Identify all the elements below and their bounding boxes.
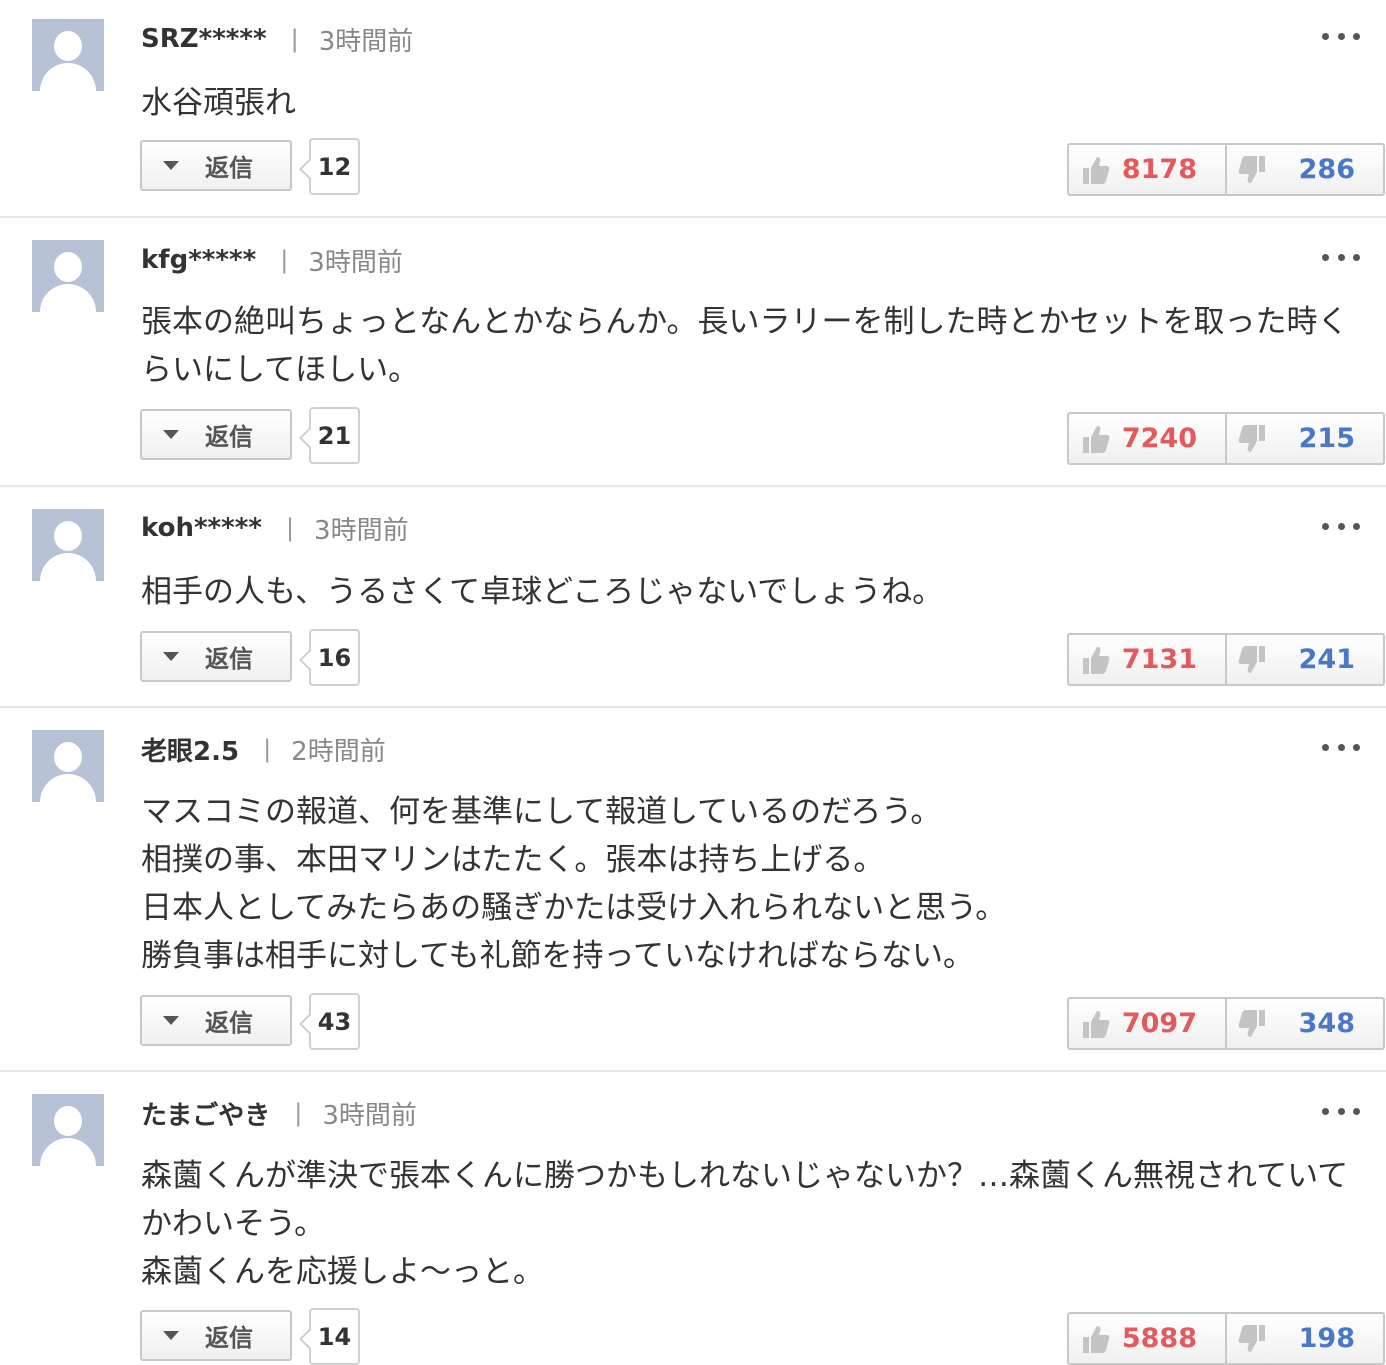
thumbs-up-icon bbox=[1083, 1011, 1110, 1038]
thumbs-up-icon bbox=[1083, 1326, 1110, 1353]
user-avatar bbox=[32, 1094, 104, 1166]
like-count: 7097 bbox=[1121, 1008, 1197, 1039]
like-count: 5888 bbox=[1121, 1323, 1197, 1354]
dislike-count: 198 bbox=[1298, 1323, 1355, 1354]
reply-label: 返信 bbox=[205, 154, 253, 182]
triangle-down-icon bbox=[163, 161, 179, 170]
more-dots-icon[interactable] bbox=[1322, 1097, 1360, 1125]
thumbs-down-icon bbox=[1238, 1325, 1265, 1352]
comment-time: 3時間前 bbox=[322, 1100, 417, 1131]
reply-label: 返信 bbox=[205, 423, 253, 451]
vote-buttons: 8178 286 bbox=[1067, 143, 1385, 196]
reply-count: 14 bbox=[309, 1308, 360, 1365]
comment-item: たまごやき | 3時間前 森薗くんが準決で張本くんに勝つかもしれないじゃないか？… bbox=[0, 1072, 1386, 1365]
like-count: 8178 bbox=[1121, 154, 1197, 185]
comment-meta: たまごやき | 3時間前 bbox=[141, 1095, 417, 1132]
comment-username[interactable]: koh***** bbox=[141, 513, 262, 543]
comment-meta: kfg***** | 3時間前 bbox=[141, 243, 403, 278]
triangle-down-icon bbox=[163, 1331, 179, 1340]
comment-meta: koh***** | 3時間前 bbox=[141, 511, 409, 546]
comment-username[interactable]: たまごやき bbox=[141, 1095, 270, 1132]
user-avatar bbox=[32, 19, 104, 91]
meta-separator: | bbox=[294, 1099, 303, 1127]
comment-meta: SRZ***** | 3時間前 bbox=[141, 22, 414, 57]
vote-buttons: 7240 215 bbox=[1067, 412, 1385, 465]
triangle-down-icon bbox=[163, 430, 179, 439]
comment-time: 3時間前 bbox=[318, 26, 414, 57]
thumbs-up-icon bbox=[1083, 157, 1110, 184]
dislike-count: 215 bbox=[1298, 423, 1355, 454]
vote-buttons: 7131 241 bbox=[1067, 633, 1385, 686]
comment-text: 森薗くんが準決で張本くんに勝つかもしれないじゃないか？…森薗くん無視されていてか… bbox=[141, 1158, 1349, 1290]
comment-item: 老眼2.5 | 2時間前 マスコミの報道、何を基準にして報道しているのだろう。 … bbox=[0, 708, 1386, 1072]
thumbs-up-icon bbox=[1083, 647, 1110, 674]
reply-button[interactable]: 返信 bbox=[140, 140, 292, 191]
comment-username[interactable]: kfg***** bbox=[141, 245, 256, 275]
user-avatar bbox=[32, 240, 104, 312]
meta-separator: | bbox=[263, 735, 272, 763]
reply-button[interactable]: 返信 bbox=[140, 631, 292, 682]
more-dots-icon[interactable] bbox=[1322, 22, 1360, 50]
triangle-down-icon bbox=[163, 652, 179, 661]
reply-count: 16 bbox=[309, 629, 360, 686]
more-dots-icon[interactable] bbox=[1322, 512, 1360, 540]
dislike-button[interactable]: 286 bbox=[1227, 145, 1383, 194]
comment-username[interactable]: 老眼2.5 bbox=[141, 731, 239, 768]
comment-text: 相手の人も、うるさくて卓球どころじゃないでしょうね。 bbox=[141, 574, 944, 610]
meta-separator: | bbox=[290, 25, 299, 53]
like-button[interactable]: 5888 bbox=[1069, 1314, 1227, 1363]
thumbs-up-icon bbox=[1083, 426, 1110, 453]
dislike-button[interactable]: 348 bbox=[1227, 999, 1383, 1048]
comment-username[interactable]: SRZ***** bbox=[141, 24, 267, 54]
meta-separator: | bbox=[285, 514, 295, 542]
more-dots-icon[interactable] bbox=[1322, 733, 1360, 761]
comment-text: 張本の絶叫ちょっとなんとかならんか。長いラリーを制した時とかセットを取った時くら… bbox=[141, 304, 1349, 388]
reply-button[interactable]: 返信 bbox=[140, 409, 292, 460]
reply-count: 43 bbox=[309, 993, 360, 1050]
like-count: 7240 bbox=[1121, 423, 1197, 454]
like-count: 7131 bbox=[1121, 644, 1197, 675]
thumbs-down-icon bbox=[1238, 425, 1265, 452]
reply-label: 返信 bbox=[205, 1324, 253, 1352]
comment-item: kfg***** | 3時間前 張本の絶叫ちょっとなんとかならんか。長いラリーを… bbox=[0, 218, 1386, 487]
comment-time: 3時間前 bbox=[308, 247, 403, 278]
user-avatar bbox=[32, 730, 104, 802]
dislike-count: 241 bbox=[1298, 644, 1355, 675]
reply-label: 返信 bbox=[205, 1009, 253, 1037]
thumbs-down-icon bbox=[1238, 1010, 1265, 1037]
reply-button[interactable]: 返信 bbox=[140, 995, 292, 1046]
comment-text: 水谷頑張れ bbox=[141, 85, 296, 121]
comment-time: 2時間前 bbox=[291, 736, 386, 767]
comment-text: マスコミの報道、何を基準にして報道しているのだろう。 相撲の事、本田マリンはたた… bbox=[141, 794, 1007, 974]
comment-meta: 老眼2.5 | 2時間前 bbox=[141, 731, 386, 768]
like-button[interactable]: 7240 bbox=[1069, 414, 1227, 463]
dislike-count: 348 bbox=[1298, 1008, 1355, 1039]
dislike-count: 286 bbox=[1298, 154, 1355, 185]
reply-label: 返信 bbox=[205, 645, 253, 673]
reply-count: 21 bbox=[309, 407, 360, 464]
more-dots-icon[interactable] bbox=[1322, 243, 1360, 271]
dislike-button[interactable]: 241 bbox=[1227, 635, 1383, 684]
comment-time: 3時間前 bbox=[314, 515, 409, 546]
like-button[interactable]: 7097 bbox=[1069, 999, 1227, 1048]
thumbs-down-icon bbox=[1238, 156, 1265, 183]
vote-buttons: 7097 348 bbox=[1067, 997, 1385, 1050]
meta-separator: | bbox=[280, 246, 289, 274]
comment-item: SRZ***** | 3時間前 水谷頑張れ 返信 12 8178 286 bbox=[0, 0, 1386, 218]
triangle-down-icon bbox=[163, 1016, 179, 1025]
comment-item: koh***** | 3時間前 相手の人も、うるさくて卓球どころじゃないでしょう… bbox=[0, 487, 1386, 708]
reply-count: 12 bbox=[309, 138, 360, 195]
dislike-button[interactable]: 215 bbox=[1227, 414, 1383, 463]
vote-buttons: 5888 198 bbox=[1067, 1312, 1385, 1365]
user-avatar bbox=[32, 509, 104, 581]
thumbs-down-icon bbox=[1238, 646, 1265, 673]
reply-button[interactable]: 返信 bbox=[140, 1310, 292, 1361]
like-button[interactable]: 7131 bbox=[1069, 635, 1227, 684]
dislike-button[interactable]: 198 bbox=[1227, 1314, 1383, 1363]
like-button[interactable]: 8178 bbox=[1069, 145, 1227, 194]
